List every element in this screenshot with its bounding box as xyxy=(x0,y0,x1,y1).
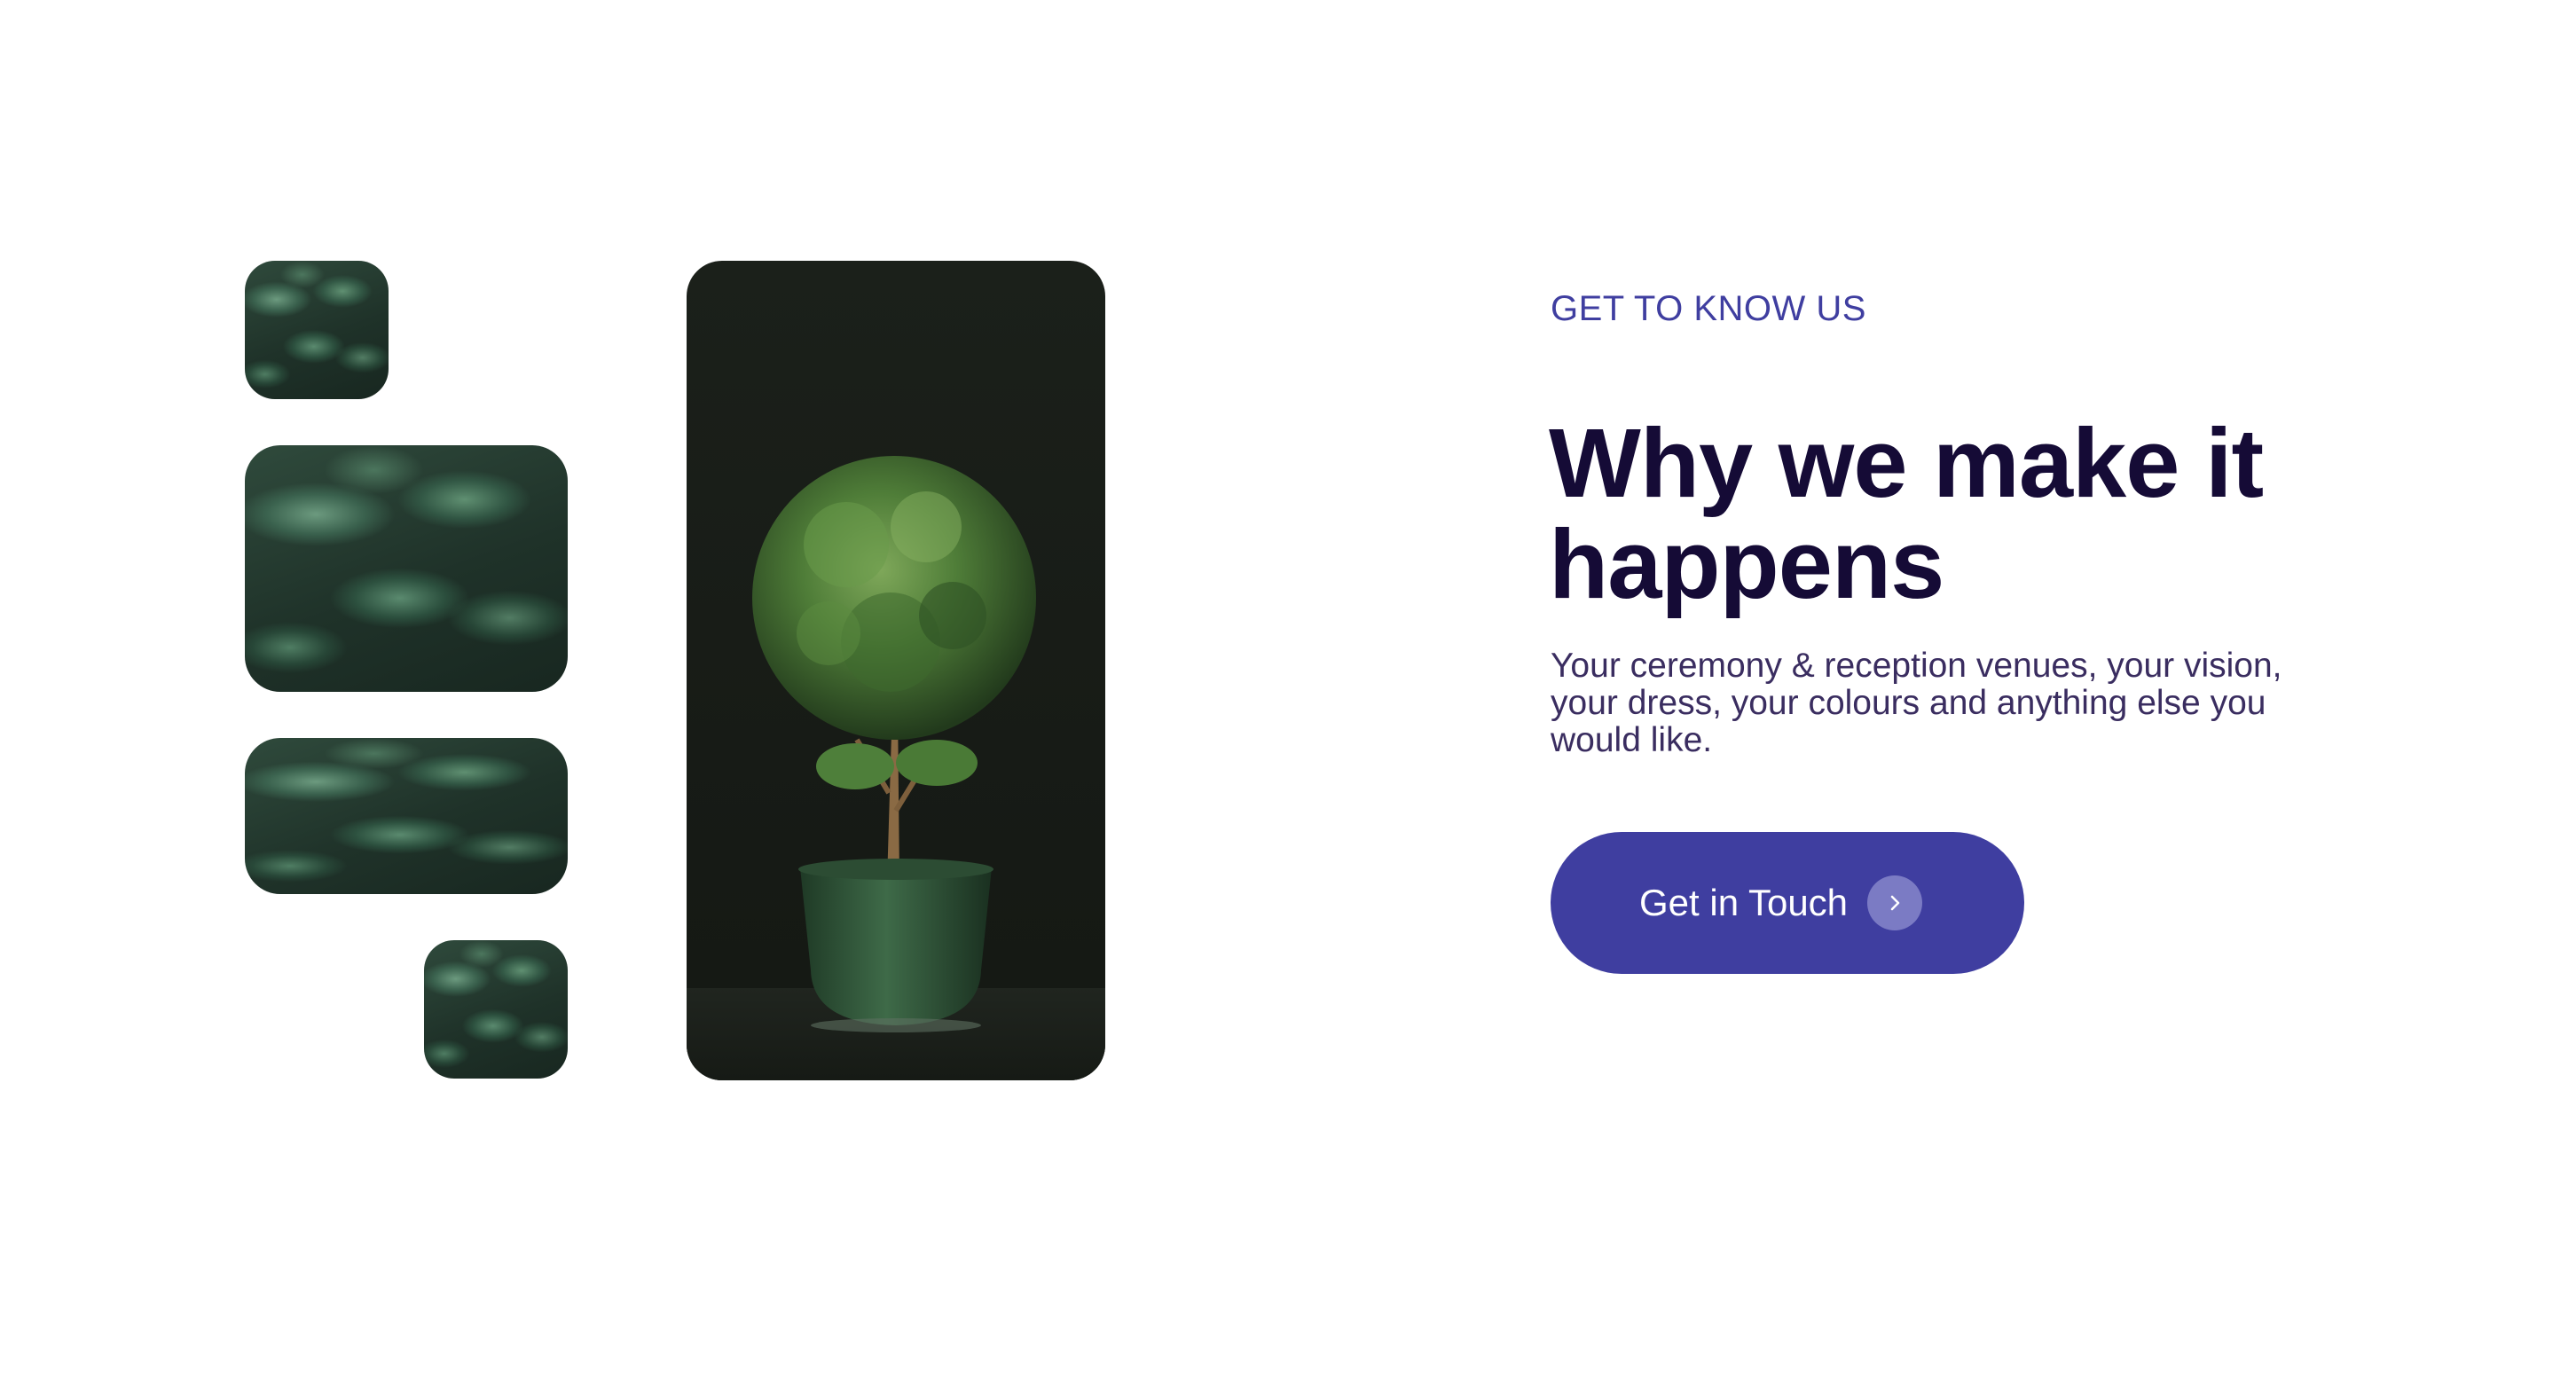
section-headline: Why we make it happens xyxy=(1549,409,2264,619)
get-in-touch-button[interactable]: Get in Touch xyxy=(1551,832,2024,974)
leaves-image-wide xyxy=(245,738,568,894)
chevron-right-icon xyxy=(1867,875,1923,930)
potted-plant-image xyxy=(687,261,1105,1080)
get-in-touch-label: Get in Touch xyxy=(1639,882,1849,923)
section-eyebrow: GET TO KNOW US xyxy=(1551,289,1866,328)
section-description: Your ceremony & reception venues, your v… xyxy=(1551,647,2282,759)
leaves-image-small-bottom xyxy=(424,940,568,1079)
leaves-image-large xyxy=(245,445,568,692)
leaves-image-small-top xyxy=(245,261,389,399)
